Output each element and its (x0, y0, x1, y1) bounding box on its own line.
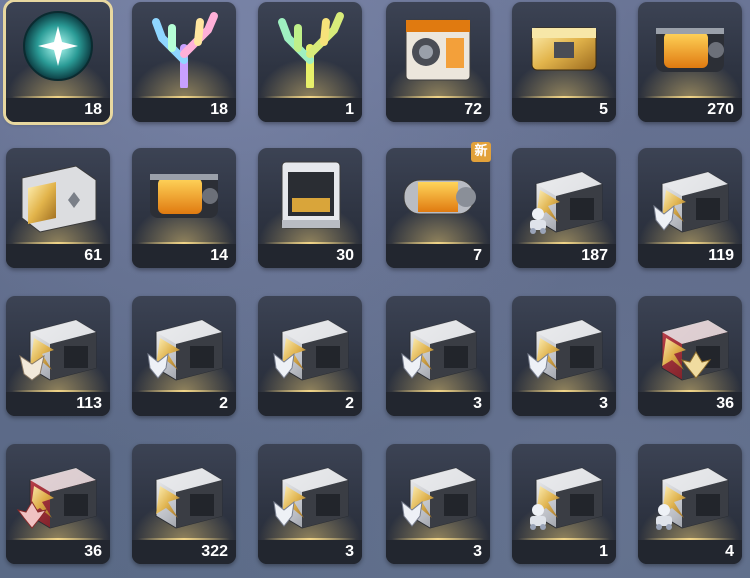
steel-crate-fox-icon (19, 319, 97, 381)
silver-gold-chest-icon (21, 165, 97, 233)
inventory-slot[interactable]: 322 (132, 444, 236, 564)
steel-crate-wolf-icon (527, 319, 603, 381)
steel-crate-plain-icon (155, 467, 223, 529)
inventory-slot[interactable]: 119 (638, 148, 742, 268)
item-count: 7 (473, 247, 482, 264)
item-count: 3 (599, 395, 608, 412)
item-count: 270 (707, 101, 734, 118)
item-count: 2 (219, 395, 228, 412)
gold-coral-icon (278, 12, 344, 88)
gold-capsule-icon (403, 179, 476, 215)
inventory-slot[interactable]: 3 (512, 296, 616, 416)
inventory-slot[interactable]: 1 (258, 2, 362, 122)
inventory-slot[interactable]: 2 (132, 296, 236, 416)
inventory-slot[interactable]: 14 (132, 148, 236, 268)
inventory-slot[interactable]: 3 (386, 296, 490, 416)
inventory-slot[interactable]: 18 (132, 2, 236, 122)
inventory-slot[interactable]: 36 (638, 296, 742, 416)
item-count: 61 (84, 247, 102, 264)
inventory-slot[interactable]: 3 (386, 444, 490, 564)
item-count: 18 (84, 101, 102, 118)
red-crate-red-emblem-icon (16, 467, 97, 529)
new-badge: 新 (471, 142, 491, 162)
inventory-slot[interactable]: 187 (512, 148, 616, 268)
item-count: 36 (716, 395, 734, 412)
red-crate-gold-emblem-icon (661, 319, 729, 381)
item-count: 119 (708, 247, 734, 264)
item-count: 3 (345, 543, 354, 560)
orange-safe-box-icon (405, 19, 471, 81)
item-count: 187 (581, 247, 608, 264)
item-count: 4 (725, 543, 734, 560)
item-count: 36 (84, 543, 102, 560)
item-count: 113 (76, 395, 102, 412)
steel-crate-wolf-icon (401, 467, 477, 529)
inventory-slot[interactable]: 72 (386, 2, 490, 122)
item-count: 5 (599, 101, 608, 118)
steel-crate-wolf-icon (147, 319, 223, 381)
item-count: 322 (201, 543, 228, 560)
rainbow-coral-icon (152, 12, 218, 88)
item-count: 2 (345, 395, 354, 412)
item-count: 3 (473, 395, 482, 412)
orange-capsule-chest-icon (150, 174, 218, 218)
inventory-slot[interactable]: 2 (258, 296, 362, 416)
item-count: 1 (345, 101, 354, 118)
inventory-slot[interactable]: 3 (258, 444, 362, 564)
steel-crate-wolf-icon (401, 319, 477, 381)
inventory-grid: 18 18 1 72 5 270 61 14 30 7 187 119 113 … (0, 0, 750, 578)
inventory-slot[interactable]: 113 (6, 296, 110, 416)
inventory-slot[interactable]: 61 (6, 148, 110, 268)
orange-capsule-chest-icon (656, 28, 724, 72)
small-gold-chest-icon (531, 27, 597, 71)
item-count: 1 (599, 543, 608, 560)
steel-crate-wolf-icon (273, 467, 349, 529)
steel-crate-wolf-icon (273, 319, 349, 381)
item-count: 72 (464, 101, 482, 118)
steel-crate-knight-icon (530, 467, 603, 530)
inventory-slot[interactable]: 30 (258, 148, 362, 268)
steel-crate-knight-icon (530, 171, 603, 234)
inventory-slot[interactable]: 36 (6, 444, 110, 564)
inventory-slot[interactable]: 1 (512, 444, 616, 564)
item-count: 3 (473, 543, 482, 560)
item-count: 30 (336, 247, 354, 264)
inventory-slot[interactable]: 4 (638, 444, 742, 564)
printer-machine-icon (281, 161, 341, 229)
crystal-orb-icon (23, 11, 93, 81)
item-count: 14 (210, 247, 228, 264)
steel-crate-wolf-icon (653, 171, 729, 233)
item-count: 18 (210, 101, 228, 118)
steel-crate-knight-icon (656, 467, 729, 530)
inventory-slot[interactable]: 18 (6, 2, 110, 122)
inventory-slot[interactable]: 270 (638, 2, 742, 122)
inventory-slot[interactable]: 7 (386, 148, 490, 268)
inventory-slot[interactable]: 5 (512, 2, 616, 122)
